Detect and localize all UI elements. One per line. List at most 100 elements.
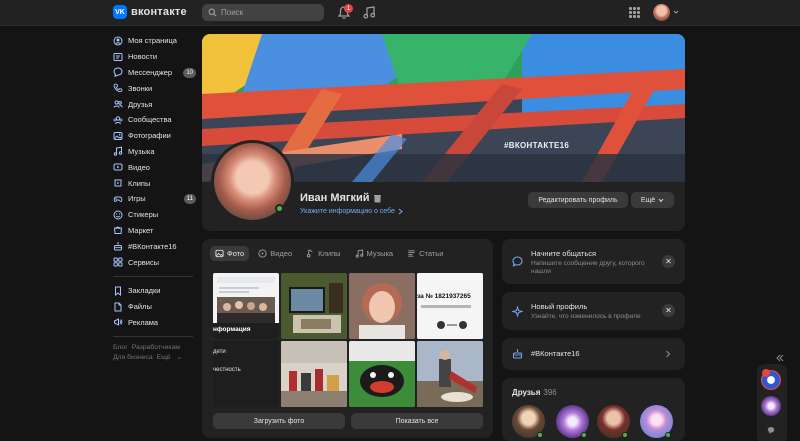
- media-tab-3[interactable]: Клипы: [301, 246, 345, 261]
- profile-more-button[interactable]: Ещё: [631, 192, 674, 208]
- sidebar-item-label: Друзья: [128, 99, 153, 109]
- sidebar-item-12[interactable]: Стикеры: [113, 207, 198, 223]
- search-box[interactable]: [202, 4, 324, 21]
- chevron-right-icon: [398, 208, 403, 215]
- communities-icon: [113, 116, 123, 125]
- photo-caption-title: за № 1821937265: [417, 293, 471, 300]
- close-icon[interactable]: ✕: [662, 304, 675, 317]
- sidebar-item-label: Реклама: [128, 317, 159, 327]
- photo-thumb[interactable]: [349, 273, 415, 339]
- online-indicator: [622, 432, 628, 438]
- photo-thumb[interactable]: нформация: [213, 273, 279, 339]
- sidebar-item-13[interactable]: Маркет: [113, 223, 198, 239]
- cover-hashtag: #ВКОНТАКТЕ16: [504, 141, 570, 150]
- friends-count: 396: [543, 388, 557, 397]
- chat-avatar[interactable]: [761, 396, 781, 416]
- sidebar-item-9[interactable]: Видео: [113, 159, 198, 175]
- chevron-down-icon[interactable]: [673, 9, 679, 15]
- sidebar-item-label: #ВКонтакте16: [128, 241, 177, 251]
- birthday-icon: [513, 349, 522, 359]
- sidebar-item-label: Мессенджер: [128, 67, 173, 77]
- upload-photo-button[interactable]: Загрузить фото: [213, 413, 345, 429]
- media-tab-1[interactable]: Фото: [210, 246, 250, 261]
- sidebar-item-4[interactable]: Звонки: [113, 80, 198, 96]
- photo-thumb[interactable]: [349, 341, 415, 407]
- sidebar-item-3[interactable]: Мессенджер 10: [113, 65, 198, 81]
- birthday-icon: [114, 242, 122, 251]
- sidebar-item-5[interactable]: Друзья: [113, 96, 198, 112]
- media-tab-label: Видео: [270, 249, 293, 258]
- chat-bubble-icon: [512, 256, 523, 267]
- sidebar-item-11[interactable]: Игры 11: [113, 191, 198, 207]
- chat-bubble-icon[interactable]: [767, 426, 775, 434]
- new-profile-card[interactable]: Новый профиль Узнайте, что изменилось в …: [502, 292, 685, 330]
- apps-grid-icon[interactable]: [629, 7, 640, 18]
- search-input[interactable]: [221, 8, 311, 17]
- files-icon: [114, 302, 122, 312]
- sidebar-item-7[interactable]: Фотографии: [113, 128, 198, 144]
- sidebar-item-6[interactable]: Сообщества: [113, 112, 198, 128]
- media-tab-4[interactable]: Музыка: [350, 246, 399, 261]
- photo-icon: [113, 131, 123, 140]
- footer-link-more[interactable]: Ещё ⌄: [157, 354, 183, 361]
- close-icon[interactable]: ✕: [662, 255, 675, 268]
- edit-profile-button[interactable]: Редактировать профиль: [528, 192, 628, 208]
- sidebar-item-1[interactable]: Моя страница: [113, 33, 198, 49]
- sticker-icon: [113, 210, 123, 220]
- friends-icon: [113, 100, 123, 108]
- online-indicator: [581, 432, 587, 438]
- start-chat-card[interactable]: Начните общаться Напишите сообщение друг…: [502, 239, 685, 284]
- sidebar-item-15[interactable]: Сервисы: [113, 254, 198, 270]
- friends-title[interactable]: Друзья 396: [512, 388, 557, 397]
- online-indicator: [537, 432, 543, 438]
- photo-thumb[interactable]: [417, 341, 483, 407]
- sidebar-item-2[interactable]: Новости: [113, 49, 198, 65]
- music-tab-icon: [355, 249, 363, 258]
- profile-info-link[interactable]: Укажите информацию о себе: [300, 208, 403, 215]
- vk-logo[interactable]: VK вконтакте: [113, 5, 187, 19]
- sidebar-item-14[interactable]: #ВКонтакте16: [113, 238, 198, 254]
- vk16-title: #ВКонтакте16: [531, 349, 580, 358]
- sidebar-item-secondary-3[interactable]: Реклама: [113, 315, 198, 331]
- footer-link-business[interactable]: Для бизнеса: [113, 354, 153, 361]
- sidebar-item-secondary-1[interactable]: Закладки: [113, 283, 198, 299]
- media-tab-2[interactable]: Видео: [253, 246, 297, 261]
- new-profile-title: Новый профиль: [531, 302, 588, 311]
- collapse-icon[interactable]: [776, 354, 784, 362]
- photo-tab-icon: [215, 249, 224, 258]
- sidebar-item-label: Моя страница: [128, 36, 177, 46]
- photo-thumb[interactable]: за № 1821937265: [417, 273, 483, 339]
- user-avatar[interactable]: [653, 4, 670, 21]
- footer-link-blog[interactable]: Блог: [113, 344, 128, 351]
- chevron-down-icon: [658, 198, 664, 202]
- sidebar-item-10[interactable]: Клипы: [113, 175, 198, 191]
- sidebar-item-label: Сервисы: [128, 257, 160, 267]
- photo-thumb[interactable]: [281, 341, 347, 407]
- sidebar-item-label: Сообщества: [128, 115, 172, 125]
- photo-thumb[interactable]: [281, 273, 347, 339]
- media-tab-label: Фото: [227, 249, 245, 258]
- sidebar-item-label: Музыка: [128, 146, 155, 156]
- sidebar-divider: [113, 336, 193, 338]
- vk16-card[interactable]: #ВКонтакте16: [502, 338, 685, 370]
- profile-name: Иван Мягкий: [300, 192, 382, 204]
- status-emoji-icon[interactable]: [373, 194, 382, 203]
- sidebar-item-label: Звонки: [128, 83, 153, 93]
- start-chat-title: Начните общаться: [531, 249, 597, 258]
- video-icon: [113, 163, 123, 171]
- media-tab-label: Музыка: [366, 249, 394, 258]
- photo-thumb[interactable]: дети честность: [213, 341, 279, 407]
- games-icon: [113, 196, 123, 202]
- music-player-icon[interactable]: [363, 6, 375, 19]
- sidebar-divider: [113, 275, 193, 277]
- sidebar-item-secondary-2[interactable]: Файлы: [113, 299, 198, 315]
- show-all-photos-button[interactable]: Показать все: [351, 413, 483, 429]
- sidebar-item-8[interactable]: Музыка: [113, 144, 198, 160]
- media-tab-5[interactable]: Статьи: [402, 246, 448, 261]
- sidebar-item-label: Новости: [128, 52, 158, 62]
- user-circle-icon: [113, 36, 123, 46]
- photo-caption-line: дети: [213, 349, 226, 355]
- footer-link-developers[interactable]: Разработчикам: [132, 344, 180, 351]
- unread-badge: [762, 369, 770, 377]
- sidebar-footer-links: Блог Разработчикам Для бизнеса Ещё ⌄: [113, 343, 198, 363]
